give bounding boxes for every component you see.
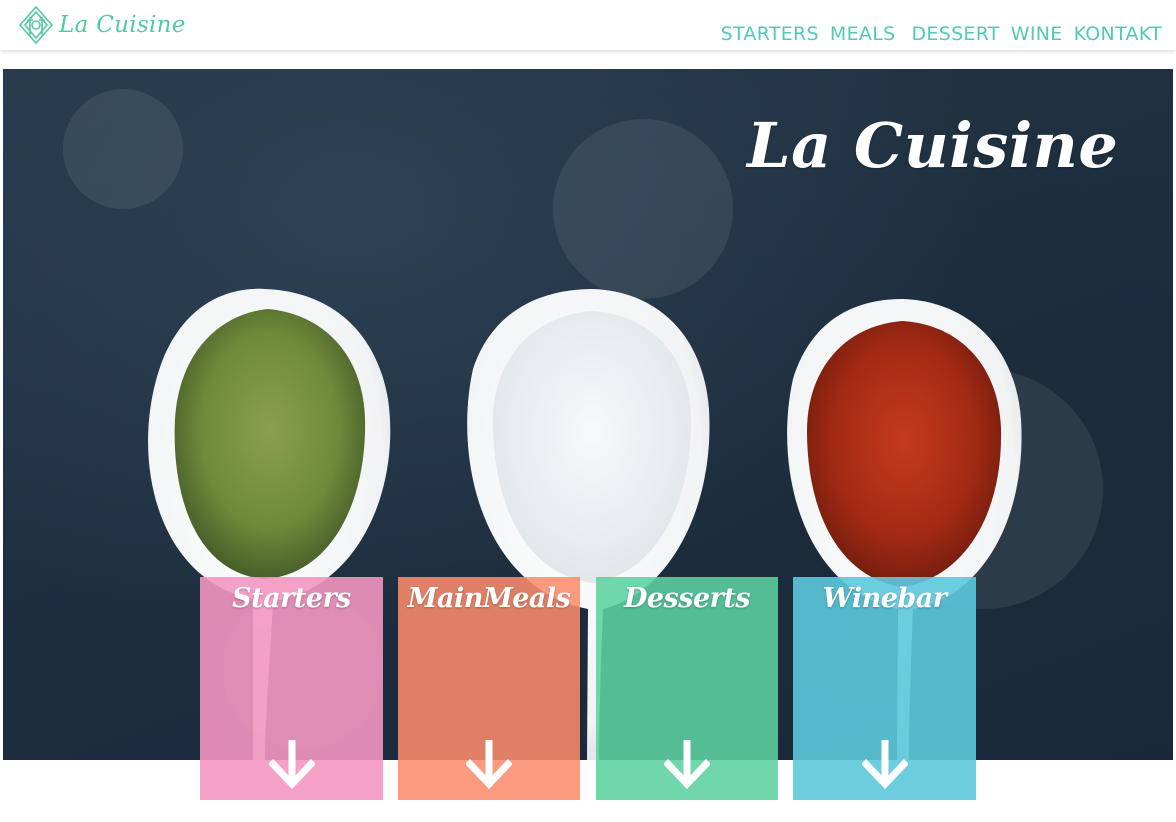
- card-title-winebar: Winebar: [822, 583, 947, 614]
- down-arrow-icon: [664, 740, 710, 790]
- hero-title: La Cuisine: [747, 109, 1119, 182]
- nav-meals[interactable]: MEALS: [830, 22, 896, 46]
- nav-kontakt[interactable]: KONTAKT: [1074, 22, 1162, 46]
- card-title-mainmeals: MainMeals: [407, 583, 571, 614]
- main-nav: STARTERS MEALS DESSERT WINE KONTAKT: [710, 22, 1162, 46]
- hero-banner: La Cuisine: [3, 69, 1173, 760]
- nav-starters[interactable]: STARTERS: [721, 22, 819, 46]
- down-arrow-icon: [466, 740, 512, 790]
- nav-dessert[interactable]: DESSERT: [911, 22, 999, 46]
- card-desserts[interactable]: Desserts: [596, 577, 778, 800]
- logo-icon: [18, 5, 54, 45]
- card-mainmeals[interactable]: MainMeals: [398, 577, 580, 800]
- logo-link[interactable]: La Cuisine: [16, 4, 186, 46]
- logo-text: La Cuisine: [59, 12, 186, 38]
- nav-wine[interactable]: WINE: [1011, 22, 1063, 46]
- card-title-starters: Starters: [232, 583, 351, 614]
- card-winebar[interactable]: Winebar: [793, 577, 976, 800]
- down-arrow-icon: [861, 740, 908, 790]
- card-starters[interactable]: Starters: [200, 577, 383, 800]
- down-arrow-icon: [268, 740, 315, 790]
- card-title-desserts: Desserts: [623, 583, 751, 614]
- top-header: La Cuisine STARTERS MEALS DESSERT WINE K…: [0, 0, 1176, 50]
